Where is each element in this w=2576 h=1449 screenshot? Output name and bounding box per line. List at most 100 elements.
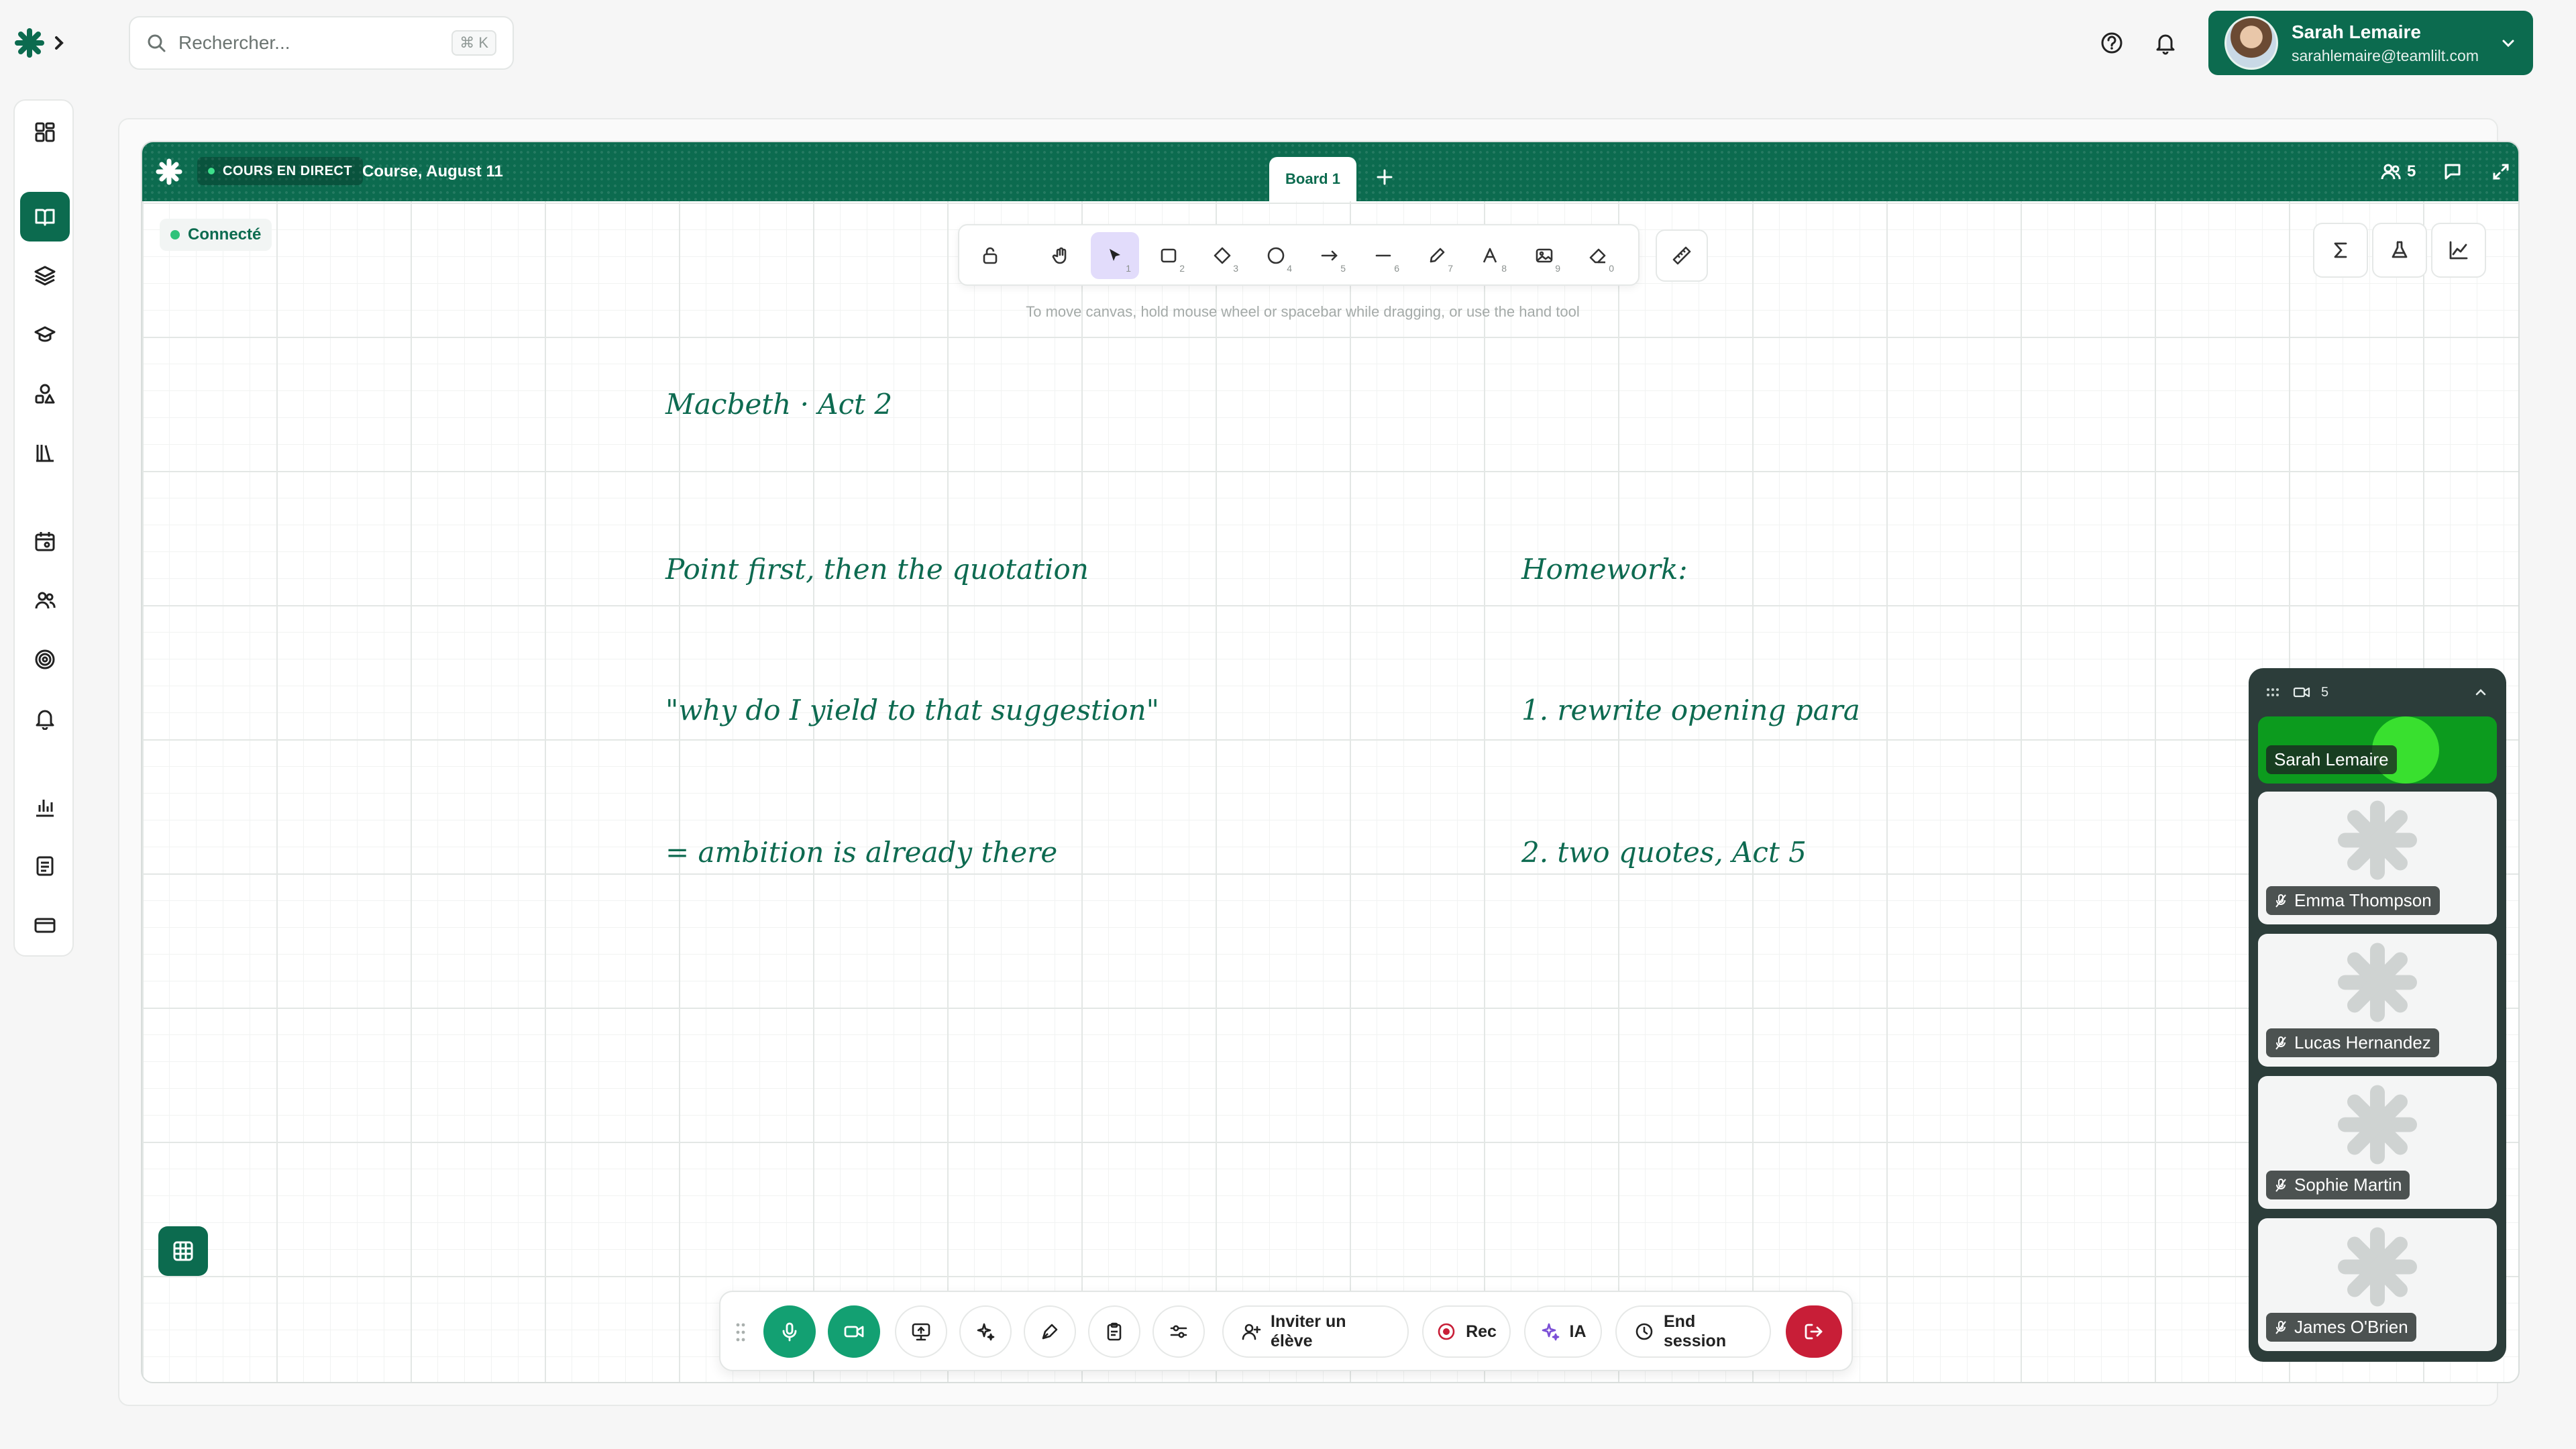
ruler-tool[interactable] xyxy=(1656,229,1708,282)
tab-board-1[interactable]: Board 1 xyxy=(1269,157,1356,201)
microphone-button[interactable] xyxy=(763,1305,816,1358)
muted-mic-icon xyxy=(2274,894,2288,908)
sparkles-icon xyxy=(975,1322,996,1342)
note-homework-2[interactable]: 2. two quotes, Act 5 xyxy=(1521,836,1807,869)
record-icon xyxy=(1436,1322,1456,1342)
placeholder-logo-icon xyxy=(2334,798,2420,887)
connection-label: Connecté xyxy=(188,225,262,244)
dashboard-icon[interactable] xyxy=(20,107,70,157)
note-title[interactable]: Macbeth · Act 2 xyxy=(665,388,892,421)
screen-share-button[interactable] xyxy=(895,1305,947,1358)
status-dot xyxy=(170,230,180,239)
shapes-icon[interactable] xyxy=(20,369,70,419)
session-controls: Inviter un élève Rec IA End session xyxy=(719,1291,1853,1371)
user-menu[interactable]: Sarah Lemaire sarahlemaire@teamlilt.com xyxy=(2208,11,2533,75)
pencil-tool[interactable]: 7 xyxy=(1413,232,1461,279)
clipboard-button[interactable] xyxy=(1088,1305,1140,1358)
ellipse-tool[interactable]: 4 xyxy=(1252,232,1300,279)
microphone-icon xyxy=(780,1322,800,1342)
note-ambition[interactable]: = ambition is already there xyxy=(665,836,1057,869)
invite-student-button[interactable]: Inviter un élève xyxy=(1222,1305,1409,1358)
app-logo-menu[interactable] xyxy=(15,25,68,60)
end-session-button[interactable]: End session xyxy=(1615,1305,1771,1358)
effects-button[interactable] xyxy=(959,1305,1012,1358)
search-input[interactable]: Rechercher... xyxy=(178,32,439,54)
search-bar[interactable]: Rechercher... ⌘ K xyxy=(129,16,514,70)
eraser-tool[interactable]: 0 xyxy=(1574,232,1622,279)
camera-button[interactable] xyxy=(828,1305,880,1358)
ai-sparkles-icon xyxy=(1540,1322,1560,1342)
book-icon[interactable] xyxy=(20,192,70,241)
participants-count-button[interactable]: 5 xyxy=(2380,157,2416,186)
end-session-label: End session xyxy=(1664,1312,1727,1350)
ai-button[interactable]: IA xyxy=(1524,1305,1602,1358)
placeholder-logo-icon xyxy=(2334,1224,2420,1313)
muted-mic-icon xyxy=(2274,1178,2288,1193)
users-icon xyxy=(2380,161,2402,182)
course-title: Course, August 11 xyxy=(362,162,503,180)
muted-mic-icon xyxy=(2274,1036,2288,1051)
record-label: Rec xyxy=(1466,1322,1497,1341)
drag-handle-icon[interactable] xyxy=(2266,687,2282,698)
avatar xyxy=(2224,16,2278,70)
session-header: COURS EN DIRECT Course, August 11 Board … xyxy=(142,142,2518,201)
layers-icon[interactable] xyxy=(20,251,70,301)
exit-icon xyxy=(1803,1322,1825,1342)
hand-tool[interactable] xyxy=(1037,232,1085,279)
formula-tool[interactable] xyxy=(2313,223,2368,278)
grid-toggle-button[interactable] xyxy=(158,1226,208,1276)
screen-share-icon xyxy=(911,1322,931,1342)
graph-tool[interactable] xyxy=(2431,223,2486,278)
sliders-icon xyxy=(1169,1322,1189,1342)
lock-tool[interactable] xyxy=(966,232,1014,279)
arrow-tool[interactable]: 5 xyxy=(1305,232,1354,279)
library-icon[interactable] xyxy=(20,428,70,478)
settings-button[interactable] xyxy=(1152,1305,1205,1358)
select-tool[interactable]: 1 xyxy=(1091,232,1139,279)
add-board-button[interactable] xyxy=(1364,157,1405,197)
help-icon[interactable] xyxy=(2092,23,2132,63)
participant-tile[interactable]: Lucas Hernandez xyxy=(2258,934,2497,1067)
text-tool[interactable]: 8 xyxy=(1466,232,1515,279)
leave-session-button[interactable] xyxy=(1786,1305,1842,1358)
participant-tile[interactable]: Emma Thompson xyxy=(2258,792,2497,924)
participants-panel: 5 Sarah Lemaire Emma Thompson Lucas Hern… xyxy=(2249,668,2506,1362)
users-icon[interactable] xyxy=(20,576,70,625)
drawing-toolbar: 1 2 3 4 5 6 7 8 9 0 xyxy=(958,224,1640,286)
video-camera-icon xyxy=(2293,686,2310,699)
invite-label: Inviter un élève xyxy=(1271,1312,1346,1350)
chart-icon[interactable] xyxy=(20,782,70,832)
note-point[interactable]: Point first, then the quotation xyxy=(665,553,1089,586)
target-icon[interactable] xyxy=(20,635,70,684)
expand-icon[interactable] xyxy=(2486,157,2516,186)
image-tool[interactable]: 9 xyxy=(1520,232,1568,279)
live-badge: COURS EN DIRECT xyxy=(197,157,364,185)
app-logo-icon xyxy=(152,154,186,189)
record-button[interactable]: Rec xyxy=(1422,1305,1511,1358)
calendar-icon[interactable] xyxy=(20,517,70,566)
chat-icon[interactable] xyxy=(2438,157,2467,186)
live-dot xyxy=(208,168,215,174)
diamond-tool[interactable]: 3 xyxy=(1198,232,1246,279)
sidebar-nav xyxy=(13,99,74,957)
graduation-cap-icon[interactable] xyxy=(20,310,70,360)
participant-tile[interactable]: James O'Brien xyxy=(2258,1218,2497,1351)
note-homework-1[interactable]: 1. rewrite opening para xyxy=(1521,694,1860,727)
search-icon xyxy=(146,33,166,53)
note-quote[interactable]: "why do I yield to that suggestion" xyxy=(665,694,1159,727)
bell-icon[interactable] xyxy=(2145,23,2186,63)
participant-tile[interactable]: Sophie Martin xyxy=(2258,1076,2497,1209)
annotate-button[interactable] xyxy=(1024,1305,1076,1358)
note-homework[interactable]: Homework: xyxy=(1521,553,1688,586)
line-tool[interactable]: 6 xyxy=(1359,232,1407,279)
document-icon[interactable] xyxy=(20,841,70,891)
clipboard-icon xyxy=(1104,1322,1124,1342)
participant-tile-speaking[interactable]: Sarah Lemaire xyxy=(2258,716,2497,784)
card-icon[interactable] xyxy=(20,900,70,950)
lab-flask-tool[interactable] xyxy=(2372,223,2427,278)
drag-handle-icon[interactable] xyxy=(733,1316,749,1348)
participant-name: Lucas Hernandez xyxy=(2266,1028,2439,1057)
bell-icon[interactable] xyxy=(20,694,70,743)
rectangle-tool[interactable]: 2 xyxy=(1144,232,1193,279)
chevron-up-icon[interactable] xyxy=(2473,684,2489,700)
